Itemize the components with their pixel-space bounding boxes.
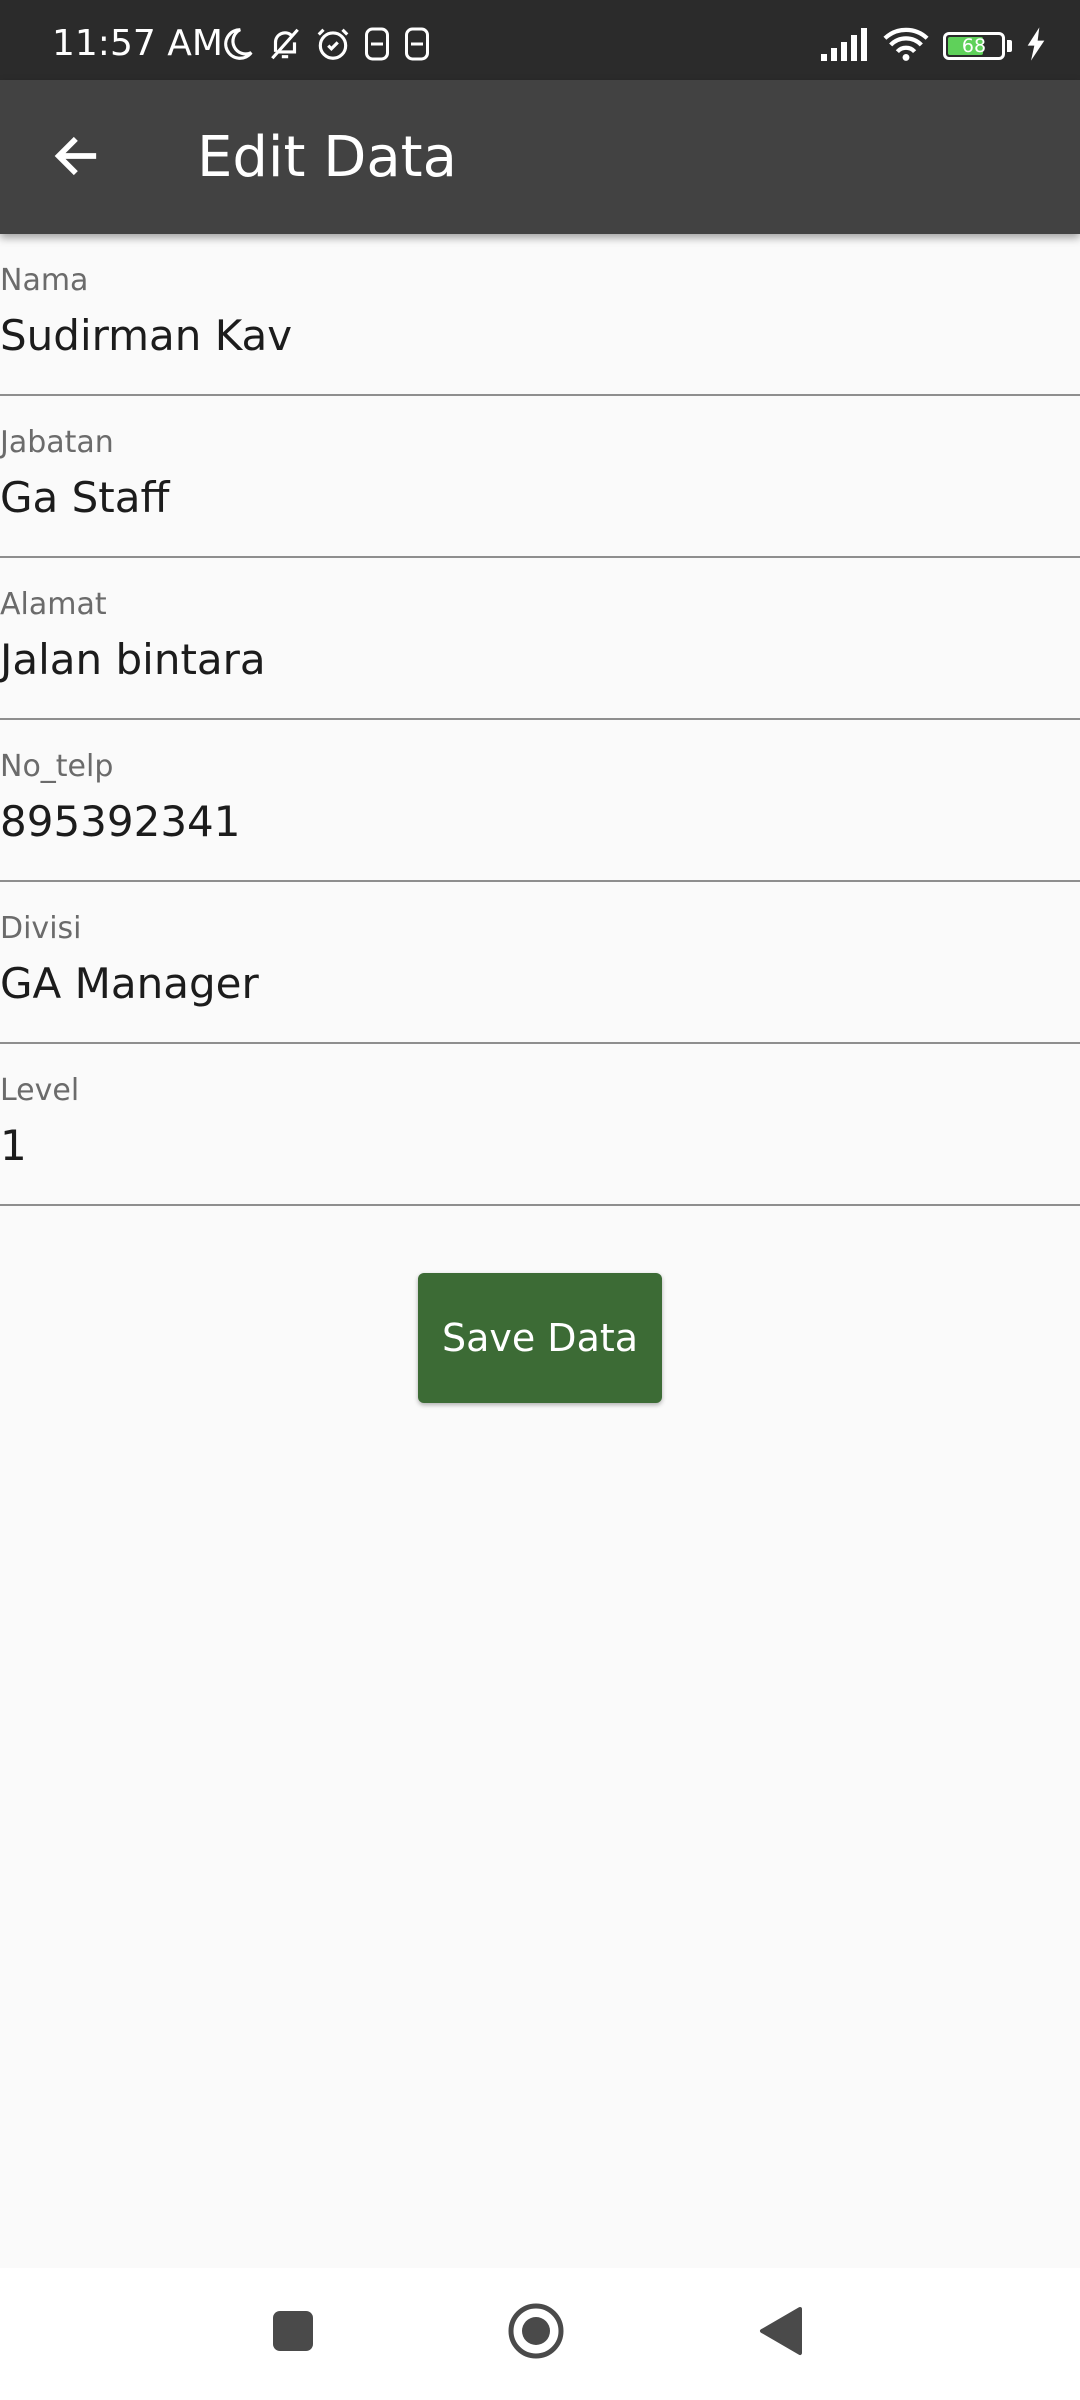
jabatan-input[interactable]: Ga Staff [0, 472, 169, 524]
level-input[interactable]: 1 [0, 1120, 27, 1172]
no-telp-input[interactable]: 895392341 [0, 796, 241, 848]
jabatan-label: Jabatan [0, 425, 114, 460]
divisi-label: Divisi [0, 911, 82, 946]
nama-label: Nama [0, 263, 89, 298]
charging-icon [1026, 26, 1046, 66]
signal-icon [819, 26, 869, 67]
bell-off-icon [266, 25, 304, 68]
moon-icon [218, 25, 256, 68]
sim-icon [402, 26, 432, 67]
back-button[interactable] [34, 116, 118, 200]
system-nav-bar [0, 2268, 1080, 2400]
back-triangle-icon [758, 2306, 804, 2361]
wifi-icon [883, 26, 929, 67]
battery-icon: 68 [943, 32, 1005, 60]
arrow-left-icon [50, 130, 102, 187]
divisi-input[interactable]: GA Manager [0, 958, 259, 1010]
status-time: 11:57 AM [52, 23, 223, 64]
no-telp-field[interactable]: No_telp 895392341 [0, 720, 1080, 882]
recents-button[interactable] [258, 2298, 328, 2368]
alamat-label: Alamat [0, 587, 107, 622]
status-right-icons: 68 [819, 26, 1046, 66]
alamat-input[interactable]: Jalan bintara [0, 634, 266, 686]
save-data-button[interactable]: Save Data [418, 1273, 662, 1403]
status-left-icons [218, 26, 432, 66]
edit-form: Nama Sudirman Kav Jabatan Ga Staff Alama… [0, 234, 1080, 1206]
recents-square-icon [271, 2309, 315, 2358]
nama-field[interactable]: Nama Sudirman Kav [0, 234, 1080, 396]
battery-cap [1007, 40, 1012, 52]
home-circle-icon [507, 2302, 565, 2365]
sim-icon [362, 26, 392, 67]
page-title: Edit Data [197, 125, 457, 190]
home-button[interactable] [501, 2298, 571, 2368]
battery-level: 68 [961, 35, 987, 57]
level-label: Level [0, 1073, 80, 1108]
alamat-field[interactable]: Alamat Jalan bintara [0, 558, 1080, 720]
level-field[interactable]: Level 1 [0, 1044, 1080, 1206]
jabatan-field[interactable]: Jabatan Ga Staff [0, 396, 1080, 558]
app-bar: Edit Data [0, 80, 1080, 234]
alarm-icon [314, 25, 352, 68]
nama-input[interactable]: Sudirman Kav [0, 310, 292, 362]
status-bar: 11:57 AM 68 [0, 0, 1080, 80]
no-telp-label: No_telp [0, 749, 114, 784]
divisi-field[interactable]: Divisi GA Manager [0, 882, 1080, 1044]
nav-back-button[interactable] [746, 2298, 816, 2368]
